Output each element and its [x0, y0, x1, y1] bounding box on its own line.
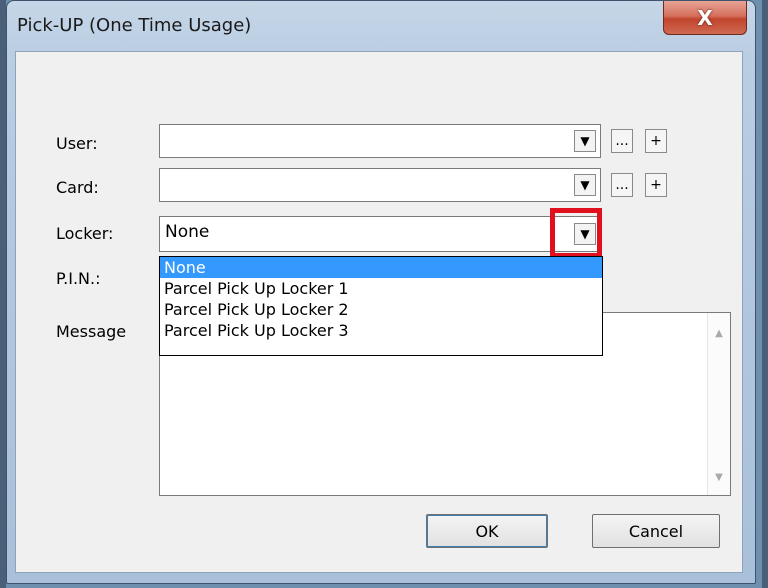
card-add-button[interactable]: + — [645, 173, 667, 197]
card-label: Card: — [56, 178, 99, 197]
window-title: Pick-UP (One Time Usage) — [17, 15, 252, 36]
card-browse-button[interactable]: ... — [611, 173, 633, 197]
locker-label: Locker: — [56, 224, 114, 243]
card-dropdown-arrow[interactable]: ▼ — [574, 174, 596, 196]
dropdown-option-locker-2[interactable]: Parcel Pick Up Locker 2 — [160, 299, 602, 320]
highlight-box — [550, 208, 602, 258]
card-combobox[interactable]: ▼ — [159, 168, 601, 202]
close-icon: X — [697, 5, 713, 30]
ok-button[interactable]: OK — [426, 514, 548, 548]
user-combobox[interactable]: ▼ — [159, 124, 601, 158]
locker-dropdown-list[interactable]: None Parcel Pick Up Locker 1 Parcel Pick… — [159, 256, 603, 356]
dialog-client-area: User: ▼ ... + Card: ▼ ... + Locker: None… — [15, 51, 743, 573]
message-label: Message — [56, 322, 127, 341]
close-button[interactable]: X — [663, 1, 747, 35]
user-label: User: — [56, 134, 98, 153]
chevron-down-icon: ▼ — [580, 134, 590, 148]
dropdown-option-none[interactable]: None — [160, 257, 602, 278]
user-add-button[interactable]: + — [645, 129, 667, 153]
locker-value: None — [165, 222, 210, 242]
dropdown-option-locker-1[interactable]: Parcel Pick Up Locker 1 — [160, 278, 602, 299]
background-right-edge — [762, 0, 768, 588]
chevron-down-icon: ▼ — [580, 178, 590, 192]
user-dropdown-arrow[interactable]: ▼ — [574, 130, 596, 152]
cancel-button[interactable]: Cancel — [592, 514, 720, 548]
message-scrollbar[interactable]: ▲ ▼ — [707, 313, 730, 495]
title-bar[interactable]: Pick-UP (One Time Usage) X — [7, 1, 755, 51]
locker-combobox[interactable]: None ▼ — [159, 216, 601, 252]
scroll-up-icon[interactable]: ▲ — [708, 323, 730, 343]
dialog-window: Pick-UP (One Time Usage) X User: ▼ ... +… — [6, 0, 756, 584]
scroll-down-icon[interactable]: ▼ — [708, 467, 730, 487]
dropdown-option-locker-3[interactable]: Parcel Pick Up Locker 3 — [160, 320, 602, 341]
pin-label: P.I.N.: — [56, 269, 101, 288]
user-browse-button[interactable]: ... — [611, 129, 633, 153]
